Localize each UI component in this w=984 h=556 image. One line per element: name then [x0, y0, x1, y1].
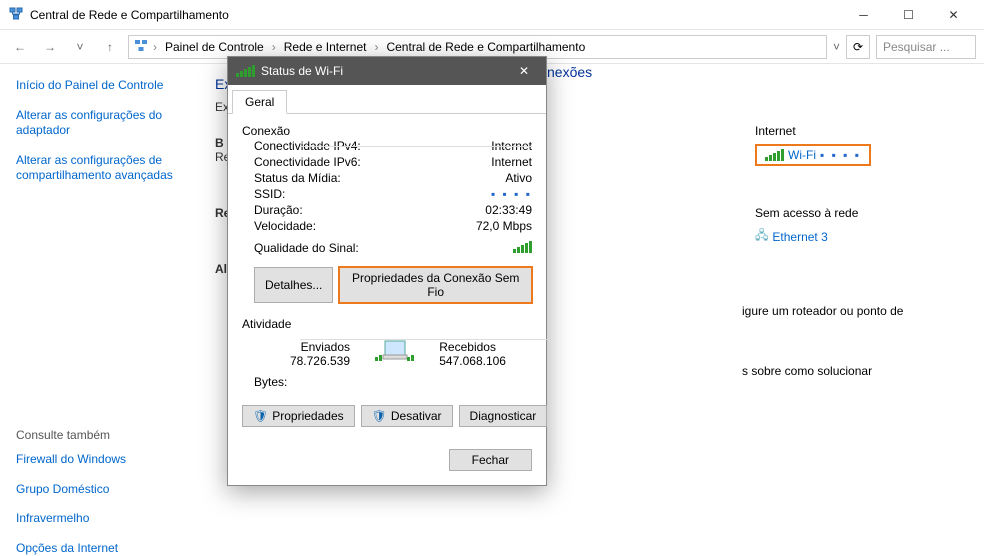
network-center-icon — [8, 5, 24, 24]
up-button[interactable]: ↑ — [98, 35, 122, 59]
bytes-label: Bytes: — [254, 375, 314, 389]
activity-group: Atividade Enviados 78.726.539 Recebidos … — [242, 317, 547, 431]
wifi-signal-icon — [765, 149, 784, 161]
wireless-properties-button[interactable]: Propriedades da Conexão Sem Fio — [339, 267, 532, 303]
basic-label: B — [215, 136, 224, 150]
close-dialog-button[interactable]: Fechar — [449, 449, 532, 471]
sidebar-adapter-link[interactable]: Alterar as configurações do adaptador — [16, 108, 179, 139]
crumb-network-internet[interactable]: Rede e Internet — [280, 38, 371, 56]
tab-general[interactable]: Geral — [232, 90, 287, 114]
ipv6-value: Internet — [491, 155, 532, 169]
activity-group-label: Atividade — [242, 317, 297, 331]
speed-label: Velocidade: — [254, 219, 316, 233]
heading-right-partial: nexões — [547, 64, 592, 80]
wifi-status-dialog: Status de Wi-Fi ✕ Geral Conexão Conectiv… — [227, 56, 547, 486]
sidebar-firewall-link[interactable]: Firewall do Windows — [16, 452, 179, 468]
recv-label: Recebidos — [439, 340, 529, 354]
ipv6-label: Conectividade IPv6: — [254, 155, 361, 169]
signal-value — [513, 241, 532, 256]
properties-button[interactable]: 🛡Propriedades — [242, 405, 355, 427]
ssid-value: ▪ ▪ ▪ ▪ — [491, 187, 532, 201]
refresh-button[interactable]: ⟳ — [846, 35, 870, 59]
shield-icon: 🛡 — [253, 409, 268, 423]
maximize-button[interactable]: ☐ — [886, 1, 931, 29]
network-center-icon — [133, 37, 149, 56]
disable-button[interactable]: 🛡Desativar — [361, 405, 453, 427]
diagnose-button[interactable]: Diagnosticar — [459, 405, 548, 427]
ssid-label: SSID: — [254, 187, 285, 201]
connection-group-label: Conexão — [242, 124, 296, 138]
history-dropdown[interactable]: ˅ — [68, 35, 92, 59]
duration-label: Duração: — [254, 203, 303, 217]
signal-label: Qualidade do Sinal: — [254, 241, 359, 256]
ethernet-icon: 🖧 — [755, 226, 768, 247]
duration-value: 02:33:49 — [485, 203, 532, 217]
dialog-tabs: Geral — [228, 85, 546, 114]
breadcrumb[interactable]: › Painel de Controle › Rede e Internet ›… — [128, 35, 827, 59]
shield-icon: 🛡 — [372, 409, 387, 423]
connection-group: Conexão Conectividade IPv4: Internet Cone… — [242, 124, 532, 307]
sidebar-homegroup-link[interactable]: Grupo Doméstico — [16, 482, 179, 498]
chevron-right-icon: › — [153, 40, 157, 54]
ethernet-link[interactable]: Ethernet 3 — [772, 230, 827, 244]
speed-value: 72,0 Mbps — [476, 219, 532, 233]
window-title: Central de Rede e Compartilhamento — [30, 8, 841, 22]
ipv4-label: Conectividade IPv4: — [254, 139, 361, 153]
router-text: igure um roteador ou ponto de — [742, 304, 903, 318]
crumb-control-panel[interactable]: Painel de Controle — [161, 38, 268, 56]
sidebar-internet-options-link[interactable]: Opções da Internet — [16, 541, 179, 556]
dialog-title: Status de Wi-Fi — [261, 64, 510, 78]
back-button[interactable]: ← — [8, 35, 32, 59]
internet-label: Internet — [755, 124, 871, 138]
wifi-signal-icon — [236, 65, 255, 77]
media-value: Ativo — [505, 171, 532, 185]
chevron-right-icon: › — [272, 40, 276, 54]
sidebar-sharing-link[interactable]: Alterar as configurações de compartilham… — [16, 153, 179, 184]
sidebar: Início do Painel de Controle Alterar as … — [0, 64, 195, 519]
sidebar-home-link[interactable]: Início do Painel de Controle — [16, 78, 179, 94]
titlebar: Central de Rede e Compartilhamento ─ ☐ ✕ — [0, 0, 984, 30]
chevron-right-icon: › — [374, 40, 378, 54]
sent-label: Enviados — [260, 340, 350, 354]
ssid-masked: ▪ ▪ ▪ ▪ — [820, 148, 861, 162]
details-button[interactable]: Detalhes... — [254, 267, 333, 303]
sent-value: 78.726.539 — [260, 354, 350, 368]
dialog-titlebar[interactable]: Status de Wi-Fi ✕ — [228, 57, 546, 85]
activity-computer-icon — [373, 337, 417, 371]
minimize-button[interactable]: ─ — [841, 1, 886, 29]
wifi-link-text[interactable]: Wi-Fi — [788, 148, 816, 162]
forward-button[interactable]: → — [38, 35, 62, 59]
close-button[interactable]: ✕ — [931, 1, 976, 29]
wifi-connection-link[interactable]: Wi-Fi ▪ ▪ ▪ ▪ — [755, 144, 871, 166]
see-also-label: Consulte também — [16, 428, 179, 442]
dropdown-chevron[interactable]: ˅ — [833, 40, 840, 54]
crumb-network-center[interactable]: Central de Rede e Compartilhamento — [382, 38, 589, 56]
recv-value: 547.068.106 — [439, 354, 529, 368]
no-access-label: Sem acesso à rede — [755, 206, 871, 220]
media-label: Status da Mídia: — [254, 171, 341, 185]
ipv4-value: Internet — [491, 139, 532, 153]
search-input[interactable]: Pesquisar ... — [876, 35, 976, 59]
dialog-close-button[interactable]: ✕ — [510, 57, 538, 85]
troubleshoot-text: s sobre como solucionar — [742, 364, 872, 378]
